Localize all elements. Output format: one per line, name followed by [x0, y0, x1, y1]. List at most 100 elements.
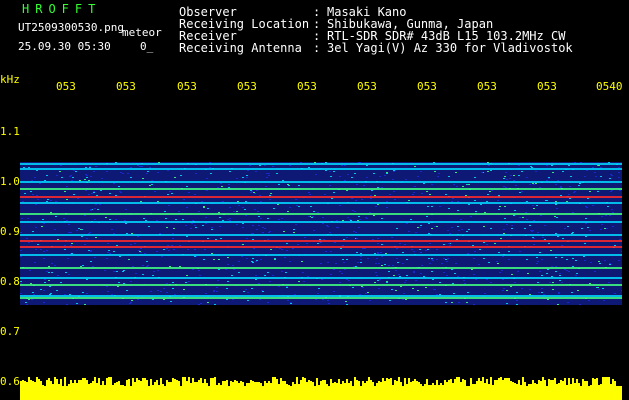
noise-speck [64, 294, 66, 295]
amplitude-bar [90, 383, 92, 400]
noise-speck [413, 251, 415, 252]
amplitude-bar [312, 382, 314, 400]
amplitude-bar [556, 384, 558, 400]
noise-speck [589, 283, 591, 284]
noise-speck [207, 302, 209, 303]
amplitude-bar [464, 380, 466, 400]
noise-speck [426, 216, 428, 217]
noise-speck [499, 272, 501, 273]
amplitude-bar [600, 384, 602, 400]
signal-line [20, 221, 622, 223]
noise-speck [404, 244, 406, 245]
amplitude-bar [124, 386, 126, 400]
noise-speck [353, 266, 355, 267]
noise-speck [420, 171, 422, 172]
noise-speck [125, 209, 127, 210]
noise-speck [467, 292, 469, 293]
noise-speck [34, 177, 36, 178]
noise-speck [342, 259, 344, 260]
noise-speck [555, 266, 557, 267]
noise-speck [518, 175, 520, 176]
noise-speck [90, 210, 92, 211]
noise-speck [281, 218, 283, 219]
noise-speck [385, 253, 387, 254]
amplitude-bar [184, 377, 186, 400]
noise-speck [71, 180, 73, 181]
noise-speck [606, 228, 608, 229]
noise-speck [111, 229, 113, 230]
amplitude-bar [440, 383, 442, 400]
noise-speck [377, 253, 379, 254]
amplitude-bar [134, 382, 136, 400]
amplitude-bar [606, 377, 608, 400]
amplitude-bar [450, 379, 452, 400]
noise-speck [465, 195, 467, 196]
amplitude-bar [40, 381, 42, 400]
noise-speck [610, 191, 612, 192]
amplitude-bar [158, 385, 160, 400]
noise-speck [20, 283, 22, 284]
noise-speck [571, 292, 573, 293]
noise-speck [321, 279, 323, 280]
amplitude-bar [582, 379, 584, 400]
noise-speck [66, 304, 68, 305]
noise-speck [399, 276, 401, 277]
amplitude-bar [306, 382, 308, 400]
noise-speck [229, 171, 231, 172]
noise-speck [126, 290, 128, 291]
noise-speck [406, 223, 408, 224]
noise-speck [473, 304, 475, 305]
noise-speck [289, 261, 291, 262]
amplitude-bar [364, 383, 366, 400]
amplitude-bar [22, 380, 24, 400]
noise-speck [560, 195, 562, 196]
noise-speck [100, 190, 102, 191]
noise-speck [446, 275, 448, 276]
noise-speck [169, 191, 171, 192]
amplitude-bar [258, 382, 260, 400]
amplitude-bar [26, 382, 28, 400]
noise-speck [262, 291, 264, 292]
noise-speck [260, 218, 262, 219]
noise-speck [527, 273, 529, 274]
noise-speck [97, 209, 99, 210]
noise-speck [130, 281, 132, 282]
amplitude-bar [114, 383, 116, 400]
noise-speck [393, 275, 395, 276]
noise-speck [425, 287, 427, 288]
amplitude-bar [310, 381, 312, 400]
noise-speck [272, 275, 274, 276]
noise-speck [367, 258, 369, 259]
noise-speck [511, 274, 513, 275]
noise-speck [70, 232, 72, 233]
noise-speck [23, 167, 25, 168]
noise-speck [149, 167, 151, 168]
noise-speck [518, 165, 520, 166]
noise-speck [377, 252, 379, 253]
amplitude-bar [542, 377, 544, 400]
noise-speck [165, 218, 167, 219]
noise-speck [207, 208, 209, 209]
amplitude-bar [412, 381, 414, 400]
noise-speck [363, 185, 365, 186]
amplitude-bar [288, 385, 290, 400]
noise-speck [140, 248, 142, 249]
noise-speck [431, 258, 433, 259]
amplitude-bar [194, 382, 196, 400]
noise-speck [294, 294, 296, 295]
amplitude-bar [34, 382, 36, 400]
noise-speck [56, 175, 58, 176]
amplitude-bar [254, 382, 256, 400]
brand-title: HROFFT [22, 2, 102, 16]
noise-speck [163, 249, 165, 250]
amplitude-bar [44, 386, 46, 400]
noise-speck [329, 185, 331, 186]
amplitude-bar [540, 381, 542, 400]
amplitude-bar [444, 380, 446, 400]
amplitude-bar [482, 377, 484, 400]
noise-speck [604, 260, 606, 261]
amplitude-bar [428, 385, 430, 400]
noise-speck [255, 279, 257, 280]
noise-speck [88, 233, 90, 234]
noise-speck [551, 276, 553, 277]
